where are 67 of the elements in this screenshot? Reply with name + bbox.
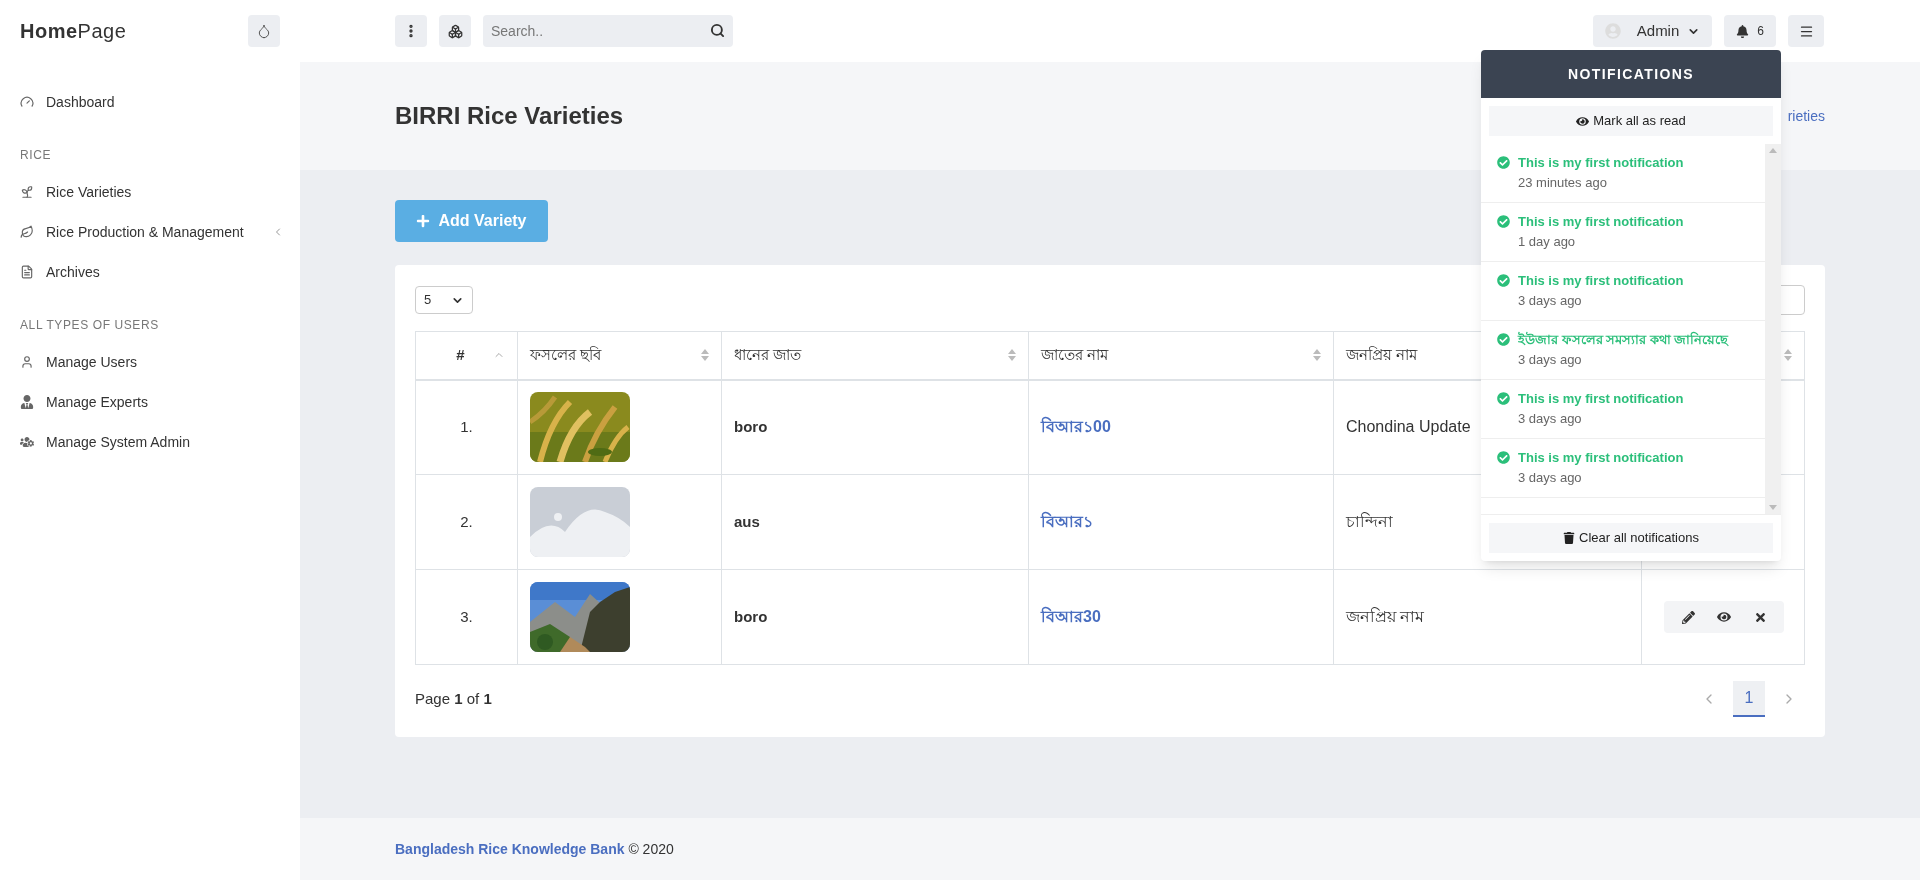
- page-button[interactable]: 1: [1733, 681, 1765, 717]
- page-title: BIRRI Rice Varieties: [395, 101, 624, 131]
- sort-icon[interactable]: [701, 349, 709, 362]
- variety-link[interactable]: বিআর১: [1041, 513, 1093, 530]
- table-cell: 1.: [415, 379, 518, 475]
- sort-icon[interactable]: [1313, 349, 1321, 362]
- table-cell: জনপ্রিয় নাম: [1333, 569, 1642, 665]
- user-menu-button[interactable]: Admin: [1592, 15, 1713, 47]
- apps-button[interactable]: [439, 15, 471, 47]
- dropdown-header: NOTIFICATIONS: [1481, 50, 1781, 98]
- trash-icon: [1563, 532, 1575, 544]
- user-icon: [20, 355, 34, 369]
- sort-icon[interactable]: [1008, 349, 1016, 362]
- sidebar-item[interactable]: Manage Users: [0, 342, 300, 382]
- document-icon: [20, 265, 34, 279]
- column-header[interactable]: ফসলের ছবি: [517, 331, 722, 380]
- brand-logo[interactable]: HomePage: [20, 16, 127, 46]
- sidebar-item[interactable]: Manage System Admin: [0, 422, 300, 462]
- eye-icon: [1717, 610, 1731, 624]
- menu-button[interactable]: [1788, 15, 1824, 47]
- footer-link[interactable]: Bangladesh Rice Knowledge Bank: [395, 840, 625, 857]
- notifications-button[interactable]: 6: [1724, 15, 1776, 47]
- page-size-select[interactable]: 5: [415, 286, 473, 314]
- placeholder-image-icon: [530, 487, 630, 557]
- sidebar-item[interactable]: Archives: [0, 252, 300, 292]
- section-heading: ALL TYPES OF USERS: [19, 317, 160, 334]
- droplet-icon: [256, 23, 272, 39]
- breadcrumb-link[interactable]: rieties: [1787, 105, 1825, 127]
- bell-icon: [1736, 24, 1750, 38]
- more-button[interactable]: [395, 15, 427, 47]
- scroll-up-arrow-icon[interactable]: [1769, 148, 1777, 153]
- search-field[interactable]: Search..: [483, 15, 733, 47]
- column-header[interactable]: ধানের জাত: [721, 331, 1029, 380]
- page-info: Page 1 of 1: [415, 688, 492, 709]
- table-cell: boro: [721, 379, 1029, 475]
- column-header[interactable]: #: [415, 331, 518, 380]
- close-icon: [1753, 610, 1767, 624]
- sidebar-item[interactable]: Manage Experts: [0, 382, 300, 422]
- sort-icon[interactable]: [1784, 349, 1792, 362]
- variety-link[interactable]: বিআর১00: [1041, 418, 1111, 436]
- scrollbar[interactable]: [1765, 144, 1781, 514]
- mark-all-read-button[interactable]: Mark all as read: [1489, 106, 1773, 136]
- cubes-icon: [447, 23, 463, 39]
- variety-link[interactable]: বিআর30: [1041, 608, 1101, 625]
- clear-all-button[interactable]: Clear all notifications: [1489, 523, 1773, 553]
- pencil-icon: [1681, 610, 1695, 624]
- sidebar-item[interactable]: Rice Production & Management: [0, 212, 300, 252]
- person-icon: [20, 395, 34, 409]
- column-header[interactable]: জাতের নাম: [1028, 331, 1334, 380]
- footer-text: Bangladesh Rice Knowledge Bank © 2020: [395, 839, 674, 859]
- scroll-down-arrow-icon[interactable]: [1769, 505, 1777, 510]
- table-cell: 2.: [415, 474, 518, 570]
- section-heading: RICE: [19, 147, 53, 164]
- sprout-icon: [20, 185, 34, 199]
- gauge-icon: [20, 95, 34, 109]
- leaf-icon: [20, 225, 34, 239]
- users-gear-icon: [20, 435, 34, 449]
- search-icon[interactable]: [710, 23, 725, 38]
- sidebar-item[interactable]: Dashboard: [0, 82, 300, 122]
- table-cell: aus: [721, 474, 1029, 570]
- table-cell: 3.: [415, 569, 518, 665]
- eye-icon: [1576, 114, 1590, 128]
- menu-icon: [1798, 23, 1814, 39]
- sidebar-item[interactable]: Rice Varieties: [0, 172, 300, 212]
- table-cell: boro: [721, 569, 1029, 665]
- plus-icon: [416, 214, 431, 228]
- theme-button[interactable]: [248, 15, 280, 47]
